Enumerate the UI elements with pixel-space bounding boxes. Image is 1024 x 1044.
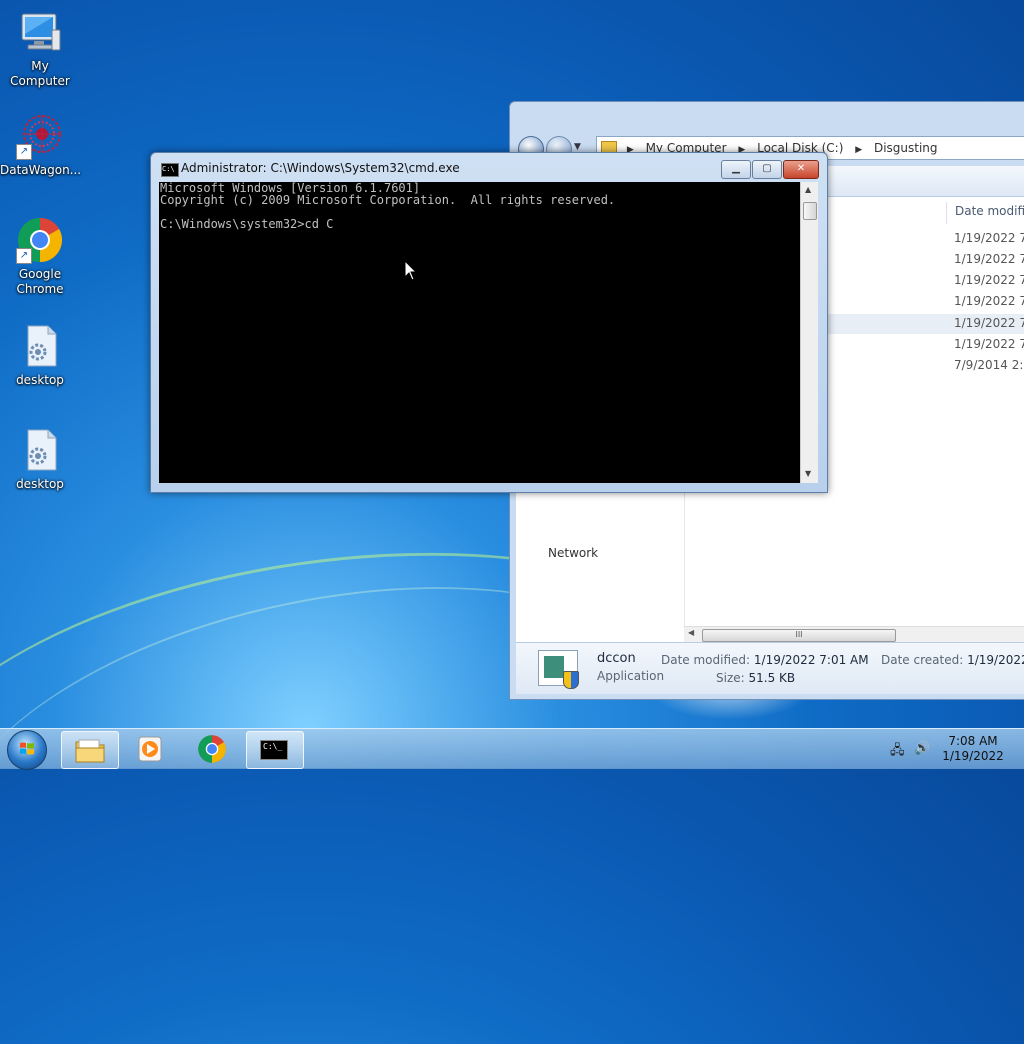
vertical-scrollbar[interactable]: ▲ ▼	[800, 182, 818, 483]
file-date-cell[interactable]: 1/19/2022 7:0	[954, 273, 1024, 287]
desktop-icon-datawagon[interactable]: ↗ DataWagon...	[0, 112, 82, 178]
taskbar: C:\_ 🖧 🔊 7:08 AM 1/19/2022	[0, 728, 1024, 770]
breadcrumb-separator: ▶	[855, 145, 863, 155]
network-icon[interactable]: 🖧	[890, 741, 905, 763]
details-pane: dccon Application Date modified: 1/19/20…	[516, 642, 1024, 694]
chrome-icon	[198, 735, 226, 763]
nav-pane-network-label: Network	[548, 546, 599, 560]
desktop-icon-label: desktop	[16, 477, 64, 491]
scroll-grip: III	[795, 630, 803, 639]
desktop-icon-label: My Computer	[10, 59, 70, 88]
cmd-icon: C:\_	[260, 740, 288, 760]
scroll-left-arrow[interactable]: ◀	[688, 628, 694, 637]
desktop-icon-desktop-1[interactable]: desktop	[0, 322, 80, 388]
desktop-icon-label: DataWagon...	[0, 163, 82, 177]
uac-shield-icon	[563, 671, 579, 689]
clock-time: 7:08 AM	[948, 734, 998, 748]
details-file-type: Application	[597, 669, 665, 683]
details-date-modified-label: Date modified:	[661, 653, 751, 667]
breadcrumb-item-disgusting[interactable]: Disgusting	[874, 141, 938, 155]
details-date-modified: Date modified: 1/19/2022 7:01 AM	[661, 653, 869, 667]
desktop-icon-my-computer[interactable]: My Computer	[0, 8, 80, 89]
cmd-icon[interactable]: C:\	[161, 163, 179, 177]
file-date-cell[interactable]: 1/19/2022 7:0	[954, 294, 1024, 308]
details-date-created: Date created: 1/19/2022 7:0	[881, 653, 1024, 667]
details-size-label: Size:	[716, 671, 745, 685]
taskbar-explorer-button[interactable]	[61, 731, 119, 769]
folder-icon	[75, 739, 105, 763]
scroll-up-arrow[interactable]: ▲	[805, 185, 811, 194]
shortcut-arrow-icon: ↗	[16, 144, 32, 160]
details-date-modified-value: 1/19/2022 7:01 AM	[753, 653, 869, 667]
file-date-cell[interactable]: 1/19/2022 7:0	[954, 316, 1024, 330]
close-button[interactable]: ✕	[783, 160, 819, 179]
maximize-button[interactable]: ▢	[752, 160, 782, 179]
file-date-cell[interactable]: 1/19/2022 7:0	[954, 337, 1024, 351]
desktop-icon-desktop-2[interactable]: desktop	[0, 426, 80, 492]
details-date-created-label: Date created:	[881, 653, 964, 667]
column-header-date-modified[interactable]: Date modified	[946, 202, 1024, 224]
desktop-icon-label: desktop	[16, 373, 64, 387]
mouse-cursor-icon	[404, 260, 418, 281]
vertical-scroll-thumb[interactable]	[803, 202, 817, 220]
settings-file-icon	[16, 426, 64, 474]
taskbar-chrome-button[interactable]	[184, 731, 240, 767]
windows-logo-icon	[20, 742, 34, 755]
desktop-icon-label: Google Chrome	[16, 267, 64, 296]
nav-pane-network[interactable]: Network	[548, 546, 598, 560]
horizontal-scroll-thumb[interactable]: III	[702, 629, 896, 642]
console-line: Copyright (c) 2009 Microsoft Corporation…	[160, 193, 616, 207]
computer-icon	[16, 8, 64, 56]
taskbar-cmd-button[interactable]: C:\_	[246, 731, 304, 769]
details-date-created-value: 1/19/2022 7:0	[967, 653, 1024, 667]
file-date-cell[interactable]: 1/19/2022 7:0	[954, 252, 1024, 266]
clock-date: 1/19/2022	[942, 749, 1004, 763]
taskbar-media-player-button[interactable]	[122, 731, 178, 767]
system-clock[interactable]: 7:08 AM 1/19/2022	[938, 734, 1008, 764]
console-prompt-line: C:\Windows\system32>cd C	[160, 217, 334, 231]
shortcut-arrow-icon: ↗	[16, 248, 32, 264]
start-button[interactable]	[7, 730, 47, 770]
details-file-name: dccon	[597, 651, 636, 666]
details-size-value: 51.5 KB	[748, 671, 796, 685]
cmd-window[interactable]: C:\ Administrator: C:\Windows\System32\c…	[150, 152, 828, 493]
recent-pages-dropdown[interactable]: ▼	[574, 142, 581, 152]
window-title: Administrator: C:\Windows\System32\cmd.e…	[181, 161, 460, 175]
desktop-icon-google-chrome[interactable]: ↗ Google Chrome	[0, 216, 80, 297]
datawagon-icon: ↗	[16, 112, 64, 160]
file-date-cell[interactable]: 7/9/2014 2:42	[954, 358, 1024, 372]
application-icon	[538, 650, 579, 689]
minimize-button[interactable]: ▁	[721, 160, 751, 179]
chrome-icon: ↗	[16, 216, 64, 264]
file-date-cell[interactable]: 1/19/2022 7:0	[954, 231, 1024, 245]
horizontal-scrollbar[interactable]: ◀ III	[684, 626, 1024, 643]
settings-file-icon	[16, 322, 64, 370]
details-size: Size: 51.5 KB	[716, 671, 795, 685]
media-player-icon	[138, 736, 162, 762]
volume-icon[interactable]: 🔊	[914, 741, 930, 756]
console-output[interactable]: Microsoft Windows [Version 6.1.7601] Cop…	[159, 182, 800, 483]
scroll-down-arrow[interactable]: ▼	[805, 469, 811, 478]
